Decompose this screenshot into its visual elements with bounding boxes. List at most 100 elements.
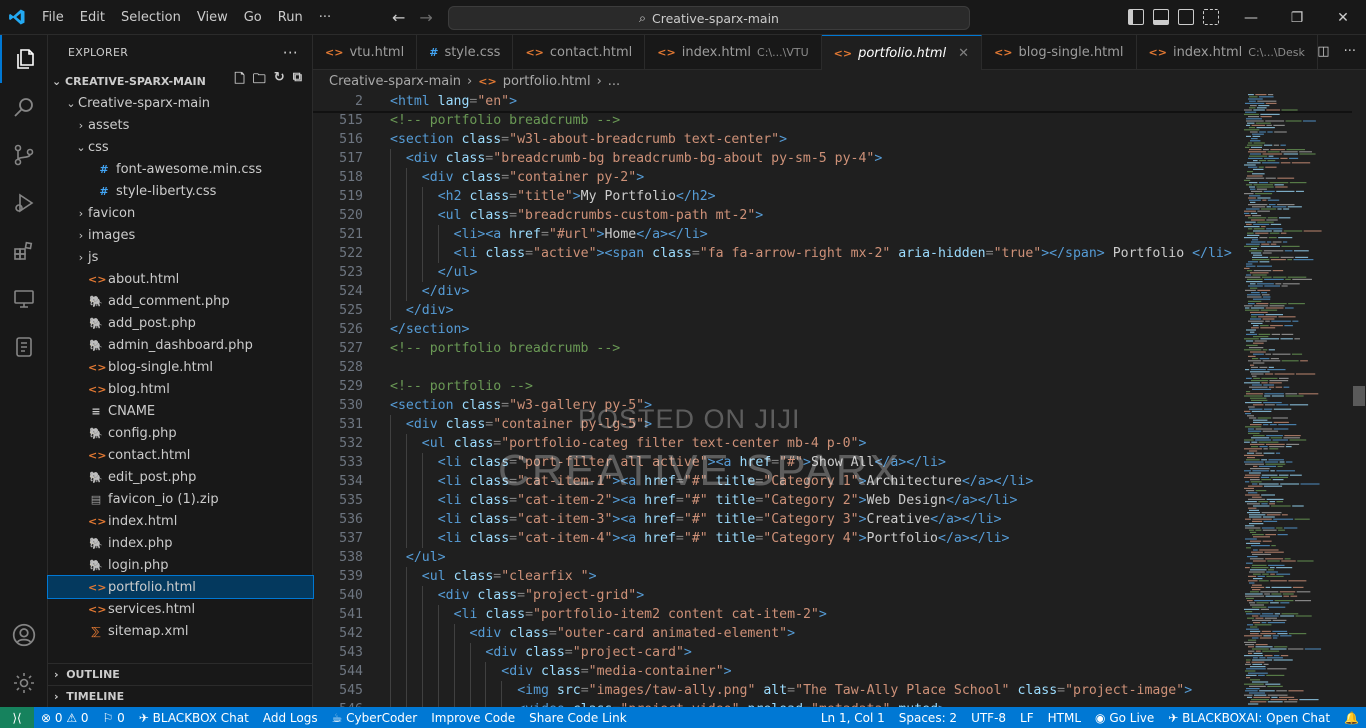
menu-item[interactable]: ··· (311, 0, 339, 35)
status-item[interactable]: HTML (1041, 711, 1088, 725)
tree-item[interactable]: › assets (48, 114, 313, 136)
tree-item[interactable]: › images (48, 224, 313, 246)
account-icon[interactable] (0, 611, 48, 659)
customize-layout-icon[interactable] (1203, 9, 1219, 25)
close-icon[interactable]: ✕ (1320, 0, 1366, 35)
menu-item[interactable]: Selection (113, 0, 189, 35)
vertical-scrollbar[interactable] (1352, 92, 1366, 707)
breadcrumb-folder[interactable]: Creative-sparx-main (329, 74, 461, 89)
indent-guide (390, 301, 391, 320)
collapse-all-icon[interactable]: ⧉ (293, 70, 302, 92)
explorer-icon[interactable] (0, 35, 48, 83)
code-line: 515 <!-- portfolio breadcrumb --> (313, 111, 1353, 130)
status-item[interactable]: Improve Code (424, 711, 522, 725)
restore-icon[interactable]: ❐ (1274, 0, 1320, 35)
title-bar: File Edit Selection View Go Run ··· ← → ⌕ Crea… (0, 0, 1366, 35)
tree-item[interactable]: <> blog.html (48, 378, 313, 400)
editor-tab[interactable]: <> index.html C:\...\VTU (645, 35, 822, 70)
tree-item[interactable]: <> contact.html (48, 444, 313, 466)
tree-item[interactable]: <> blog-single.html (48, 356, 313, 378)
outline-panel[interactable]: › OUTLINE (48, 663, 313, 685)
split-editor-icon[interactable]: ◫ (1317, 44, 1329, 59)
tree-item[interactable]: ⅀ sitemap.xml (48, 620, 313, 642)
blackbox-extension-icon[interactable] (0, 323, 48, 371)
status-item[interactable]: ✈ BLACKBOX Chat (132, 711, 256, 725)
source-control-icon[interactable] (0, 131, 48, 179)
forward-arrow-icon[interactable]: → (419, 8, 432, 27)
remote-explorer-icon[interactable] (0, 275, 48, 323)
status-item[interactable]: ☕ CyberCoder (325, 711, 425, 725)
more-actions-icon[interactable]: ··· (1344, 44, 1356, 59)
tree-item[interactable]: 🐘 add_comment.php (48, 290, 313, 312)
editor-tab[interactable]: <> vtu.html (313, 35, 418, 70)
tree-item[interactable]: 🐘 admin_dashboard.php (48, 334, 313, 356)
minimize-icon[interactable]: — (1228, 0, 1274, 35)
editor-tab[interactable]: <> blog-single.html (982, 35, 1137, 70)
status-item[interactable]: ⊗ 0 ⚠ 0 (34, 711, 96, 725)
scrollbar-thumb[interactable] (1353, 386, 1365, 406)
settings-gear-icon[interactable] (0, 659, 48, 707)
tree-item[interactable]: <> portfolio.html (47, 575, 314, 599)
breadcrumb-file[interactable]: portfolio.html (503, 74, 591, 89)
status-item[interactable]: ◉ Go Live (1088, 711, 1161, 725)
code-text: <div class="media-container"> (501, 664, 732, 679)
tree-item[interactable]: # font-awesome.min.css (48, 158, 313, 180)
new-folder-icon[interactable]: 🗀 (253, 70, 266, 92)
new-file-icon[interactable]: 🗋 (234, 70, 244, 92)
tree-item[interactable]: <> index.html (48, 510, 313, 532)
status-item[interactable]: Spaces: 2 (892, 711, 964, 725)
menu-item[interactable]: Edit (72, 0, 113, 35)
indent-guide (405, 187, 407, 206)
minimap[interactable] (1240, 92, 1352, 707)
status-item[interactable]: 🔔 (1337, 711, 1366, 725)
menu-item[interactable]: View (189, 0, 236, 35)
tree-item[interactable]: › favicon (48, 202, 313, 224)
editor-tab[interactable]: <> portfolio.html ✕ (821, 35, 983, 70)
menu-item[interactable]: File (34, 0, 72, 35)
tree-item[interactable]: 🐘 login.php (48, 554, 313, 576)
more-actions-icon[interactable]: ··· (283, 44, 298, 62)
run-debug-icon[interactable] (0, 179, 48, 227)
menu-item[interactable]: Run (270, 0, 311, 35)
toggle-secondary-sidebar-icon[interactable] (1178, 9, 1194, 25)
tree-item[interactable]: ⌄ Creative-sparx-main (48, 92, 313, 114)
status-item[interactable]: ⚐ 0 (96, 711, 132, 725)
tree-item[interactable]: ▤ favicon_io (1).zip (48, 488, 313, 510)
workspace-root[interactable]: ⌄ CREATIVE-SPARX-MAIN 🗋 🗀 ↻ ⧉ (48, 70, 312, 92)
toggle-panel-icon[interactable] (1153, 9, 1169, 25)
toggle-sidebar-icon[interactable] (1128, 9, 1144, 25)
tree-item-label: style-liberty.css (116, 183, 217, 199)
close-tab-icon[interactable]: ✕ (958, 46, 969, 61)
tree-item[interactable]: <> about.html (48, 268, 313, 290)
status-item[interactable]: Share Code Link (522, 711, 634, 725)
tree-item[interactable]: › js (48, 246, 313, 268)
tree-item[interactable]: 🐘 index.php (48, 532, 313, 554)
tree-item[interactable]: 🐘 add_post.php (48, 312, 313, 334)
tree-item[interactable]: # style-liberty.css (48, 180, 313, 202)
indent-guide (390, 510, 391, 529)
tree-item[interactable]: ⌄ css (48, 136, 313, 158)
search-activity-icon[interactable] (0, 83, 48, 131)
refresh-icon[interactable]: ↻ (274, 70, 285, 92)
command-center-search[interactable]: ⌕ Creative-sparx-main (448, 6, 970, 30)
menu-item[interactable]: Go (236, 0, 270, 35)
tree-item[interactable]: <> services.html (48, 598, 313, 620)
editor-tab[interactable]: # style.css (417, 35, 514, 70)
back-arrow-icon[interactable]: ← (392, 8, 405, 27)
status-item[interactable]: ✈ BLACKBOXAI: Open Chat (1161, 711, 1337, 725)
tree-item[interactable]: ≡ CNAME (48, 400, 313, 422)
remote-indicator-icon[interactable]: ⟩⟨ (0, 707, 34, 728)
timeline-panel[interactable]: › TIMELINE (48, 685, 313, 707)
status-item[interactable]: LF (1013, 711, 1041, 725)
tree-item[interactable]: 🐘 edit_post.php (48, 466, 313, 488)
status-item[interactable]: UTF-8 (964, 711, 1013, 725)
breadcrumb-symbol[interactable]: ... (608, 74, 620, 89)
extensions-icon[interactable] (0, 227, 48, 275)
indent-guide (405, 434, 407, 453)
editor-tab[interactable]: <> index.html C:\...\Desk (1137, 35, 1318, 70)
status-item[interactable]: Ln 1, Col 1 (814, 711, 892, 725)
tree-item[interactable]: 🐘 config.php (48, 422, 313, 444)
editor-tab[interactable]: <> contact.html (513, 35, 646, 70)
status-item[interactable]: Add Logs (256, 711, 325, 725)
code-editor[interactable]: 2 <html lang="en"> 515 <!-- portfolio bread… (313, 92, 1353, 707)
